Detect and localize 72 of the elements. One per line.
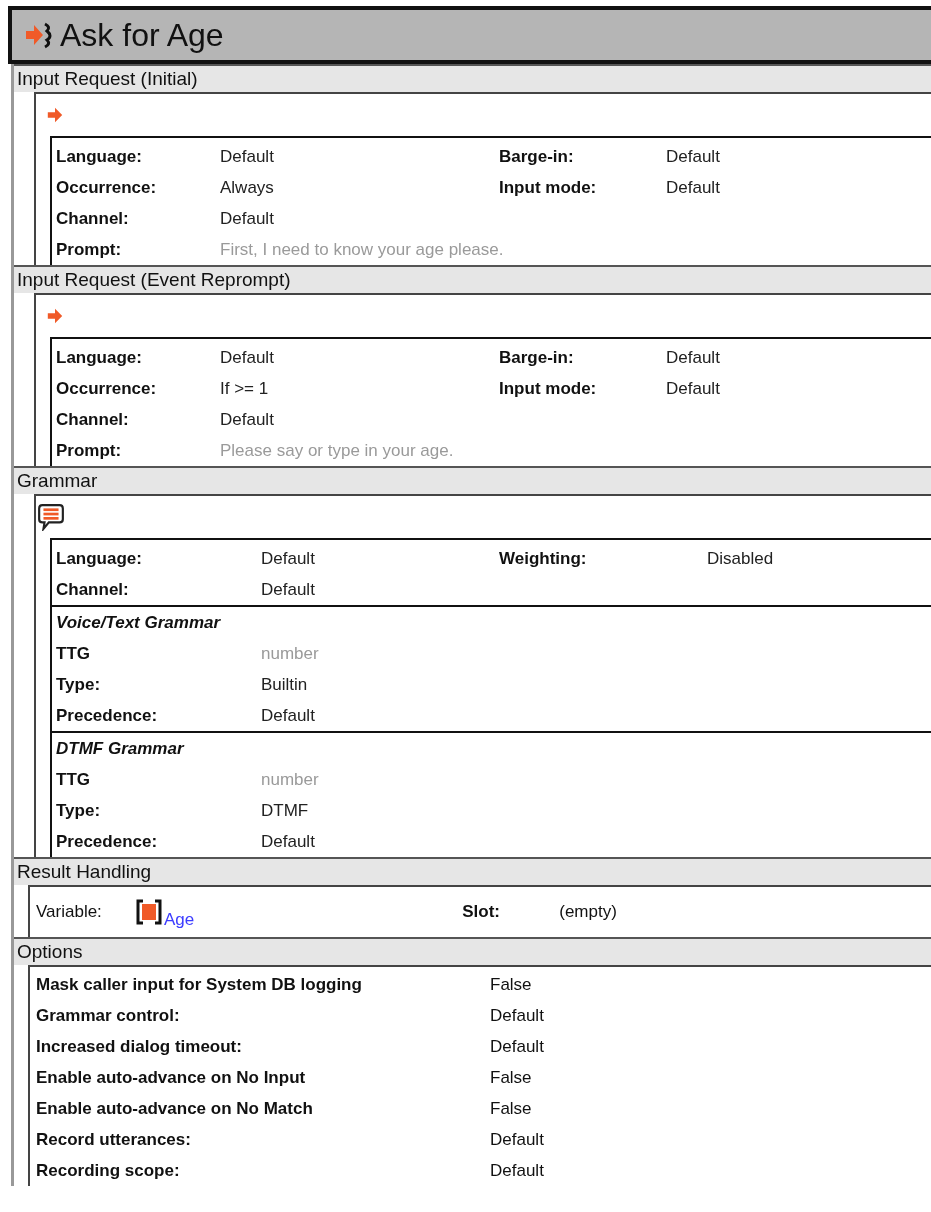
field-label: Language: — [56, 146, 143, 167]
option-label: Mask caller input for System DB logging — [36, 974, 363, 995]
field-value: number — [261, 643, 320, 664]
variable-link[interactable]: Age — [164, 910, 195, 930]
field-value: Default — [220, 347, 275, 368]
field-value: Default — [261, 579, 316, 600]
section-header: Input Request (Initial) — [14, 64, 931, 92]
field-label: Channel: — [56, 579, 130, 600]
field-label: Occurrence: — [56, 177, 158, 198]
option-label: Recording scope: — [36, 1160, 181, 1181]
field-label: Slot: — [462, 902, 502, 922]
field-value: Default — [261, 548, 316, 569]
field-value: Default — [220, 409, 275, 430]
field-label: Input mode: — [499, 177, 598, 198]
option-label: Enable auto-advance on No Match — [36, 1098, 314, 1119]
option-label: Enable auto-advance on No Input — [36, 1067, 307, 1088]
field-label: Channel: — [56, 208, 130, 229]
field-label: Input mode: — [499, 378, 598, 399]
field-label: Prompt: — [56, 239, 123, 260]
field-value: DTMF — [261, 800, 310, 821]
field-label: Precedence: — [56, 831, 159, 852]
option-label: Increased dialog timeout: — [36, 1036, 243, 1057]
arrow-icon — [46, 106, 64, 124]
field-label: Weighting: — [499, 548, 588, 569]
speech-bubble-icon — [38, 503, 64, 531]
section-header: Input Request (Event Reprompt) — [14, 265, 931, 293]
field-label: Language: — [56, 548, 143, 569]
field-value: Please say or type in your age. — [220, 440, 455, 461]
field-value: Default — [666, 378, 721, 399]
field-label: Precedence: — [56, 705, 159, 726]
option-value: Default — [490, 1005, 544, 1026]
option-value: Default — [490, 1129, 544, 1150]
option-label: Grammar control: — [36, 1005, 181, 1026]
field-value: Builtin — [261, 674, 309, 695]
field-value: (empty) — [559, 902, 617, 922]
option-label: Record utterances: — [36, 1129, 192, 1150]
field-label: Language: — [56, 347, 143, 368]
option-value: False — [490, 1098, 532, 1119]
section-header: Result Handling — [14, 857, 931, 885]
field-label: Occurrence: — [56, 378, 158, 399]
option-value: Default — [490, 1036, 544, 1057]
field-value: number — [261, 769, 320, 790]
field-value: Default — [261, 831, 316, 852]
field-label: Prompt: — [56, 440, 123, 461]
field-value: Default — [220, 146, 275, 167]
field-label: TTG — [56, 643, 91, 664]
section-header: Grammar — [14, 466, 931, 494]
field-value: If >= 1 — [220, 378, 270, 399]
field-label: Barge-in: — [499, 347, 575, 368]
field-label: Barge-in: — [499, 146, 575, 167]
field-label: Variable: — [36, 902, 103, 922]
field-value: Default — [220, 208, 275, 229]
field-label: Type: — [56, 800, 102, 821]
field-value: Default — [666, 177, 721, 198]
option-value: False — [490, 974, 532, 995]
group-title: Voice/Text Grammar — [55, 612, 222, 634]
section-header: Options — [14, 937, 931, 965]
arrow-phone-icon — [24, 20, 54, 50]
field-value: Default — [261, 705, 316, 726]
field-value: Default — [666, 146, 721, 167]
field-value: Default — [666, 347, 721, 368]
option-value: False — [490, 1067, 532, 1088]
field-label: Type: — [56, 674, 102, 695]
field-label: Channel: — [56, 409, 130, 430]
field-label: TTG — [56, 769, 91, 790]
arrow-icon — [46, 307, 64, 325]
page-title: Ask for Age — [60, 16, 224, 54]
field-value: Always — [220, 177, 275, 198]
field-value: Disabled — [707, 548, 775, 569]
group-title: DTMF Grammar — [55, 738, 186, 760]
variable-icon — [136, 899, 162, 925]
option-value: Default — [490, 1160, 544, 1181]
